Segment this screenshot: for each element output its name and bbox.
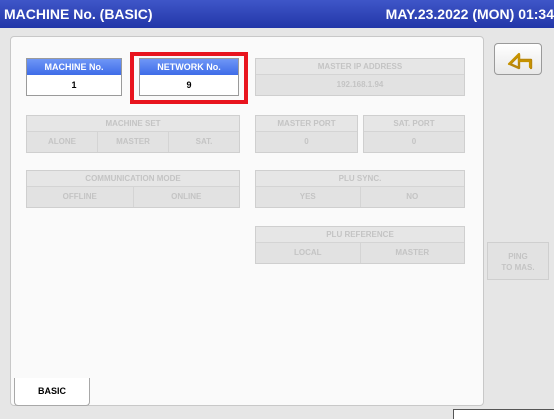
sat-port-label: SAT. PORT	[364, 116, 464, 132]
tab-basic[interactable]: BASIC	[14, 378, 90, 406]
machine-no-value: 1	[71, 80, 77, 90]
master-port-field: MASTER PORT 0	[255, 115, 358, 153]
title-bar: MACHINE No. (BASIC) MAY.23.2022 (MON) 01…	[0, 0, 554, 28]
machine-set-label: MACHINE SET	[27, 116, 239, 132]
machine-set-sat: SAT.	[195, 137, 213, 146]
network-no-field[interactable]: NETWORK No. 9	[139, 58, 239, 96]
plu-sync-yes: YES	[256, 187, 361, 207]
master-port-label: MASTER PORT	[256, 116, 357, 132]
network-no-label: NETWORK No.	[140, 59, 238, 75]
sat-port-value: 0	[411, 137, 417, 146]
comm-mode-offline: OFFLINE	[27, 187, 134, 207]
master-ip-field: MASTER IP ADDRESS 192.168.1.94	[255, 58, 465, 96]
back-button[interactable]	[494, 43, 542, 75]
network-no-value: 9	[186, 80, 192, 90]
plu-sync-group: PLU SYNC. YES NO	[255, 170, 465, 208]
return-arrow-icon	[507, 52, 533, 70]
plu-reference-label: PLU REFERENCE	[256, 227, 464, 243]
ping-to-master-button: PING TO MAS.	[487, 242, 549, 280]
master-port-value: 0	[304, 137, 309, 146]
machine-set-group: MACHINE SET ALONE MASTER SAT.	[26, 115, 240, 153]
ping-label-line2: TO MAS.	[501, 263, 535, 272]
status-box	[453, 409, 554, 419]
plu-reference-local: LOCAL	[256, 243, 361, 263]
machine-no-field[interactable]: MACHINE No. 1	[26, 58, 122, 96]
master-ip-label: MASTER IP ADDRESS	[256, 59, 464, 75]
machine-set-alone: ALONE	[27, 132, 98, 152]
plu-sync-no: NO	[406, 192, 419, 201]
side-panel	[484, 36, 554, 406]
machine-no-label: MACHINE No.	[27, 59, 121, 75]
sat-port-field: SAT. PORT 0	[363, 115, 465, 153]
communication-mode-group: COMMUNICATION MODE OFFLINE ONLINE	[26, 170, 240, 208]
plu-sync-label: PLU SYNC.	[256, 171, 464, 187]
machine-set-master: MASTER	[98, 132, 169, 152]
plu-reference-master: MASTER	[395, 248, 430, 257]
screen-title: MACHINE No. (BASIC)	[4, 6, 153, 22]
communication-mode-label: COMMUNICATION MODE	[27, 171, 239, 187]
ping-label-line1: PING	[508, 252, 528, 261]
datetime-display: MAY.23.2022 (MON) 01:34	[385, 6, 554, 22]
plu-reference-group: PLU REFERENCE LOCAL MASTER	[255, 226, 465, 264]
master-ip-value: 192.168.1.94	[336, 80, 384, 89]
comm-mode-online: ONLINE	[171, 192, 202, 201]
